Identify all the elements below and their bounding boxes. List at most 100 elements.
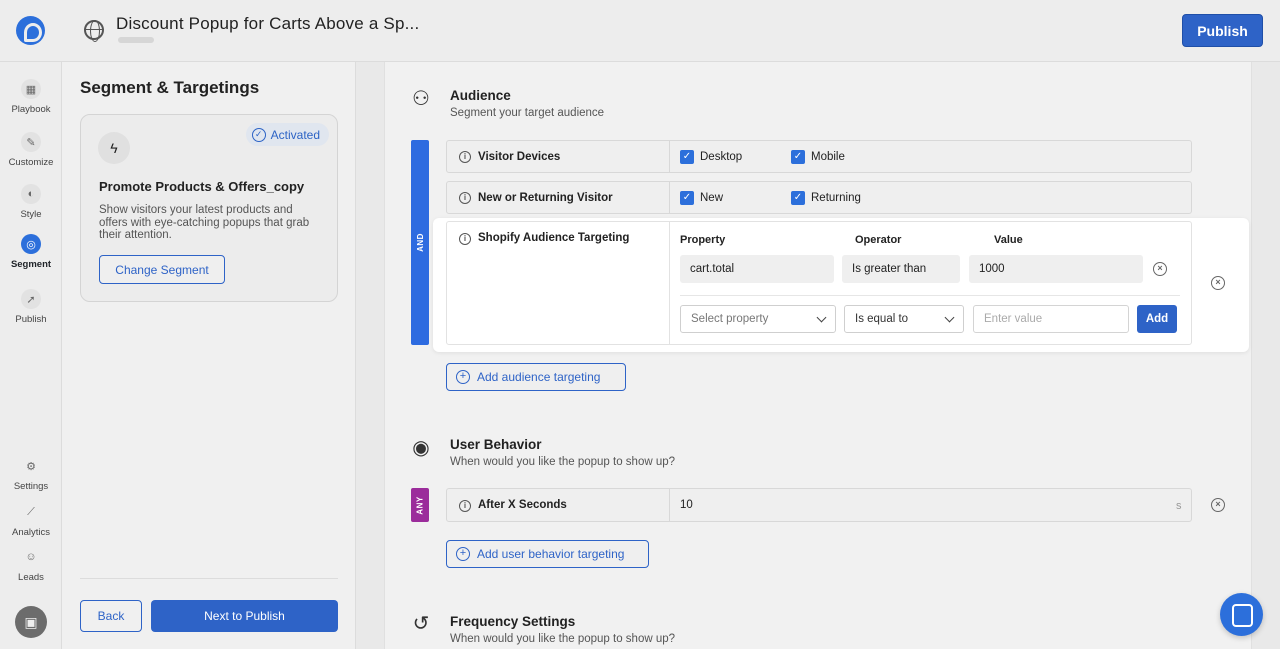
- checkbox-label: New: [700, 192, 724, 204]
- target-icon: ◎: [21, 234, 41, 254]
- segment-description: Show visitors your latest products and o…: [99, 204, 310, 241]
- info-icon[interactable]: i: [459, 192, 471, 204]
- app-logo[interactable]: [16, 16, 45, 45]
- left-rail: ▦ Playbook ✎ Customize ◐ Style ◎ Segment…: [0, 62, 62, 649]
- shopify-targeting-row: i Shopify Audience Targeting Property Op…: [446, 221, 1192, 345]
- button-label: Add user behavior targeting: [477, 547, 625, 561]
- rail-label: Customize: [8, 157, 54, 168]
- divider: [669, 141, 670, 172]
- chevron-down-icon: [944, 312, 955, 323]
- info-icon[interactable]: i: [459, 500, 471, 512]
- shopify-targeting-card: i Shopify Audience Targeting Property Op…: [433, 218, 1249, 352]
- rail-label: Playbook: [11, 104, 51, 115]
- mobile-checkbox[interactable]: ✓: [791, 150, 805, 164]
- remove-rule-icon[interactable]: ×: [1153, 262, 1167, 276]
- rail-label: Segment: [10, 259, 52, 270]
- divider: [669, 489, 670, 521]
- select-value: Is equal to: [855, 313, 909, 325]
- add-user-behavior-targeting-button[interactable]: + Add user behavior targeting: [446, 540, 649, 568]
- rail-item-leads[interactable]: ☺ Leads: [0, 547, 62, 583]
- behavior-subtitle: When would you like the popup to show up…: [450, 456, 676, 468]
- and-logic-bar[interactable]: AND: [411, 140, 429, 345]
- rail-item-publish[interactable]: ➚ Publish: [0, 289, 62, 325]
- next-to-publish-button[interactable]: Next to Publish: [151, 600, 338, 632]
- rail-item-settings[interactable]: ⚙ Settings: [0, 456, 62, 493]
- desktop-checkbox[interactable]: ✓: [680, 150, 694, 164]
- new-checkbox[interactable]: ✓: [680, 191, 694, 205]
- cursor-click-icon: ◉: [412, 436, 430, 459]
- rail-item-segment[interactable]: ◎ Segment: [0, 234, 62, 270]
- briefcase-icon[interactable]: ▣: [15, 606, 47, 638]
- unit-label: s: [1176, 500, 1182, 512]
- rail-label: Settings: [13, 481, 49, 492]
- gear-icon: ⚙: [26, 460, 36, 473]
- visitor-type-row: i New or Returning Visitor ✓ New ✓ Retur…: [446, 181, 1192, 214]
- panel-title: Segment & Targetings: [80, 78, 260, 97]
- grid-icon: ▦: [21, 79, 41, 99]
- audience-subtitle: Segment your target audience: [450, 107, 605, 119]
- segment-panel: Segment & Targetings ✓ Activated ϟ Promo…: [62, 62, 356, 649]
- users-icon: ☺: [25, 551, 37, 563]
- rocket-icon: ➚: [21, 289, 41, 309]
- checkbox-label: Mobile: [811, 151, 845, 163]
- page-title[interactable]: Discount Popup for Carts Above a Sp...: [116, 14, 419, 34]
- logic-label: AND: [415, 233, 425, 252]
- pencil-icon: ✎: [21, 132, 41, 152]
- info-icon[interactable]: i: [459, 151, 471, 163]
- title-placeholder-bar: [118, 37, 154, 43]
- chat-support-icon[interactable]: [1220, 593, 1263, 636]
- add-audience-targeting-button[interactable]: + Add audience targeting: [446, 363, 626, 391]
- bolt-icon: ϟ: [98, 132, 130, 164]
- row-label: Visitor Devices: [478, 151, 561, 163]
- change-segment-button[interactable]: Change Segment: [99, 255, 225, 284]
- rule-property[interactable]: cart.total: [680, 255, 834, 283]
- divider: [80, 578, 338, 579]
- top-bar: Discount Popup for Carts Above a Sp... P…: [0, 0, 1280, 62]
- row-label: New or Returning Visitor: [478, 192, 613, 204]
- chevron-down-icon: [816, 312, 827, 323]
- remove-targeting-icon[interactable]: ×: [1211, 276, 1225, 290]
- rail-item-playbook[interactable]: ▦ Playbook: [0, 79, 62, 115]
- returning-checkbox[interactable]: ✓: [791, 191, 805, 205]
- chart-line-icon: ⟋: [27, 505, 35, 518]
- remove-behavior-icon[interactable]: ×: [1211, 498, 1225, 512]
- logic-label: ANY: [415, 495, 425, 515]
- info-icon[interactable]: i: [459, 233, 471, 245]
- seconds-input[interactable]: 10: [680, 499, 693, 511]
- check-circle-icon: ✓: [251, 127, 266, 142]
- rule-operator[interactable]: Is greater than: [842, 255, 960, 283]
- any-logic-bar[interactable]: ANY: [411, 488, 429, 522]
- back-button[interactable]: Back: [80, 600, 142, 632]
- palette-icon: ◐: [21, 184, 41, 204]
- plus-circle-icon: +: [456, 370, 470, 384]
- rule-value[interactable]: 1000: [969, 255, 1143, 283]
- value-header: Value: [994, 234, 1023, 246]
- divider: [669, 182, 670, 213]
- publish-button[interactable]: Publish: [1182, 14, 1263, 47]
- plus-circle-icon: +: [456, 547, 470, 561]
- divider: [669, 222, 670, 344]
- history-icon: ↺: [412, 612, 430, 635]
- rail-item-analytics[interactable]: ⟋ Analytics: [0, 502, 62, 539]
- input-placeholder: Enter value: [984, 313, 1043, 325]
- visitor-devices-row: i Visitor Devices ✓ Desktop ✓ Mobile: [446, 140, 1192, 173]
- add-rule-button[interactable]: Add: [1137, 305, 1177, 333]
- frequency-subtitle: When would you like the popup to show up…: [450, 633, 676, 645]
- property-select[interactable]: Select property: [680, 305, 836, 333]
- value-input[interactable]: Enter value: [973, 305, 1129, 333]
- rail-item-style[interactable]: ◐ Style: [0, 184, 62, 220]
- segment-card: ✓ Activated ϟ Promote Products & Offers_…: [80, 114, 338, 302]
- rail-label: Publish: [15, 314, 47, 325]
- audience-icon: ⚇: [412, 87, 430, 110]
- row-label: After X Seconds: [478, 499, 567, 511]
- checkbox-label: Returning: [811, 192, 861, 204]
- frequency-title: Frequency Settings: [450, 614, 576, 629]
- rail-label: Analytics: [11, 527, 50, 538]
- operator-select[interactable]: Is equal to: [844, 305, 964, 333]
- status-label: Activated: [270, 127, 320, 142]
- globe-icon: [84, 20, 104, 42]
- after-seconds-row: i After X Seconds 10 s: [446, 488, 1192, 522]
- rail-label: Leads: [18, 572, 44, 583]
- operator-header: Operator: [855, 234, 902, 246]
- rail-item-customize[interactable]: ✎ Customize: [0, 132, 62, 168]
